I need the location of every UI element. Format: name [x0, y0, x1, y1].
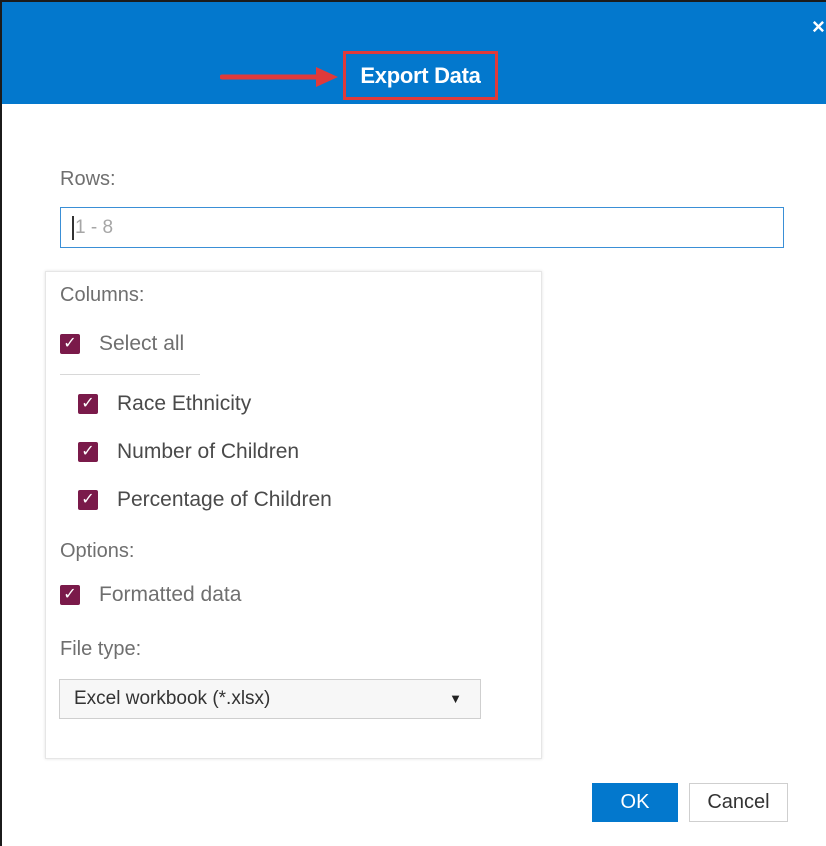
column-item-race-ethnicity[interactable]: ✓ Race Ethnicity [78, 392, 251, 416]
divider [60, 374, 200, 375]
column-item-label: Number of Children [117, 440, 300, 463]
options-label: Options: [60, 540, 135, 562]
checkbox-checked-icon[interactable]: ✓ [78, 442, 98, 462]
file-type-select[interactable]: Excel workbook (*.xlsx) ▼ [59, 679, 481, 719]
annotation-arrow-icon [220, 67, 338, 87]
file-type-label: File type: [60, 638, 142, 660]
checkbox-checked-icon[interactable]: ✓ [78, 490, 98, 510]
column-item-label: Race Ethnicity [117, 392, 252, 415]
close-icon[interactable]: × [812, 16, 826, 38]
dropdown-triangle-icon: ▼ [449, 691, 462, 706]
checkbox-checked-icon[interactable]: ✓ [60, 585, 80, 605]
column-item-label: Percentage of Children [117, 488, 332, 511]
rows-input[interactable] [60, 207, 784, 248]
dialog-title: Export Data [360, 62, 481, 88]
select-all-label: Select all [99, 332, 185, 355]
file-type-selected-value: Excel workbook (*.xlsx) [74, 688, 271, 709]
checkbox-checked-icon[interactable]: ✓ [78, 394, 98, 414]
cancel-button[interactable]: Cancel [689, 783, 788, 822]
column-item-number-of-children[interactable]: ✓ Number of Children [78, 440, 299, 464]
column-item-percentage-of-children[interactable]: ✓ Percentage of Children [78, 488, 332, 512]
text-caret [72, 216, 74, 240]
ok-button[interactable]: OK [592, 783, 678, 822]
formatted-data-label: Formatted data [99, 583, 242, 606]
checkbox-checked-icon[interactable]: ✓ [60, 334, 80, 354]
rows-label: Rows: [60, 168, 116, 190]
title-highlight-box: Export Data [343, 51, 498, 100]
columns-label: Columns: [60, 284, 145, 306]
select-all-checkbox-row[interactable]: ✓ Select all [60, 332, 184, 356]
formatted-data-checkbox-row[interactable]: ✓ Formatted data [60, 583, 241, 607]
